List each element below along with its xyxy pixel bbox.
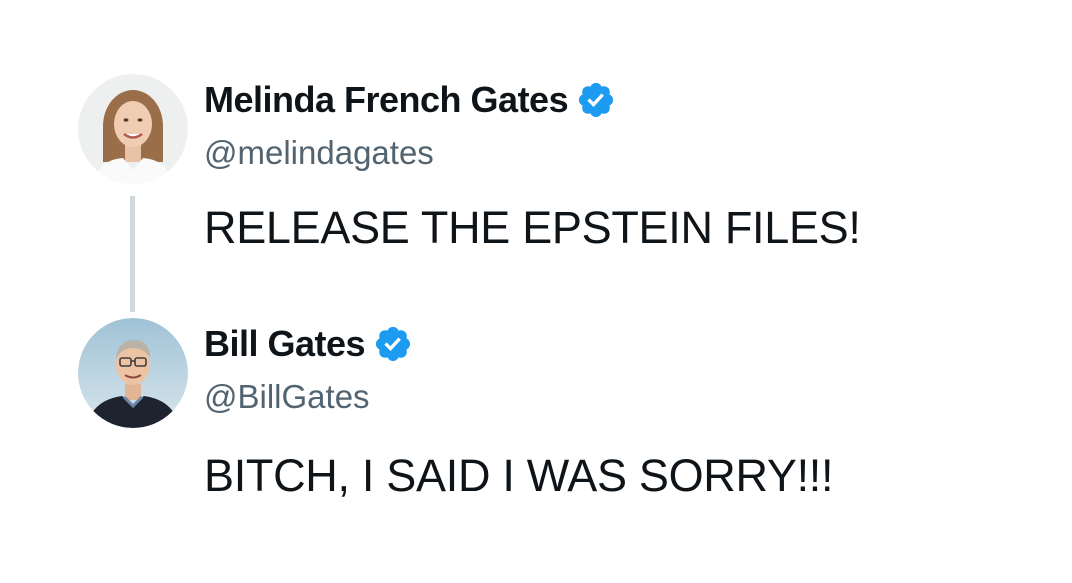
user-name-row: Bill Gates <box>204 323 413 365</box>
verified-badge-icon[interactable] <box>576 80 616 120</box>
user-handle[interactable]: @melindagates <box>204 134 434 172</box>
avatar[interactable] <box>78 318 188 428</box>
avatar-bill-image <box>78 318 188 428</box>
avatar-melinda-image <box>78 74 188 184</box>
tweet-text: RELEASE THE EPSTEIN FILES! <box>204 202 861 253</box>
thread-connector-line <box>130 196 135 312</box>
user-name-row: Melinda French Gates <box>204 79 616 121</box>
tweet-text: BITCH, I SAID I WAS SORRY!!! <box>204 450 834 501</box>
verified-badge-icon[interactable] <box>373 324 413 364</box>
avatar[interactable] <box>78 74 188 184</box>
user-handle[interactable]: @BillGates <box>204 378 370 416</box>
display-name[interactable]: Melinda French Gates <box>204 79 569 121</box>
display-name[interactable]: Bill Gates <box>204 323 366 365</box>
